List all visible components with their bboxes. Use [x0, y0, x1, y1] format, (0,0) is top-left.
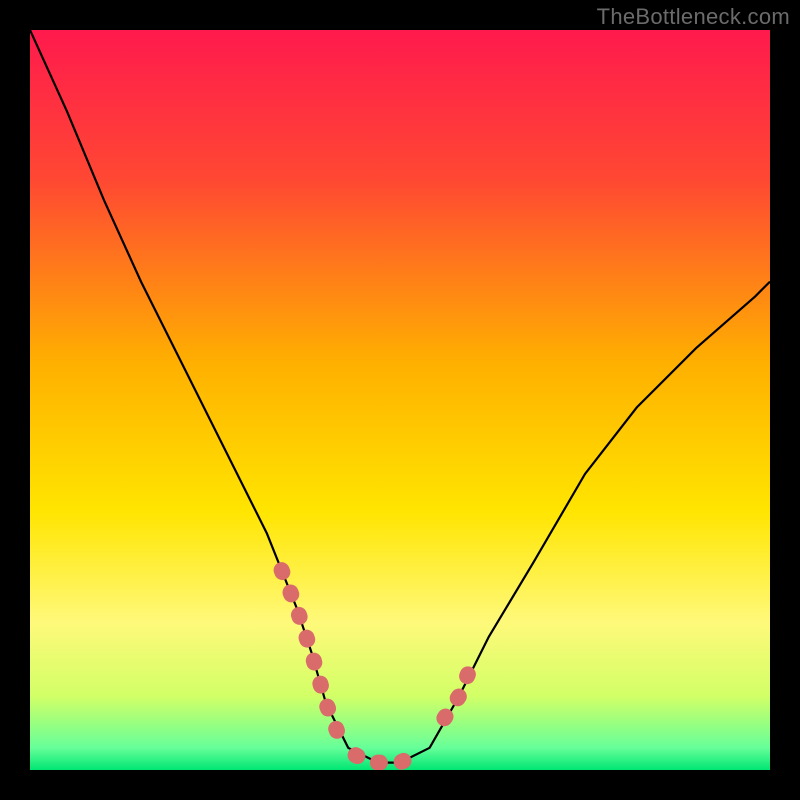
chart-svg: [30, 30, 770, 770]
chart-plot: [30, 30, 770, 770]
watermark-text: TheBottleneck.com: [597, 4, 790, 30]
chart-frame: TheBottleneck.com: [0, 0, 800, 800]
chart-background: [30, 30, 770, 770]
